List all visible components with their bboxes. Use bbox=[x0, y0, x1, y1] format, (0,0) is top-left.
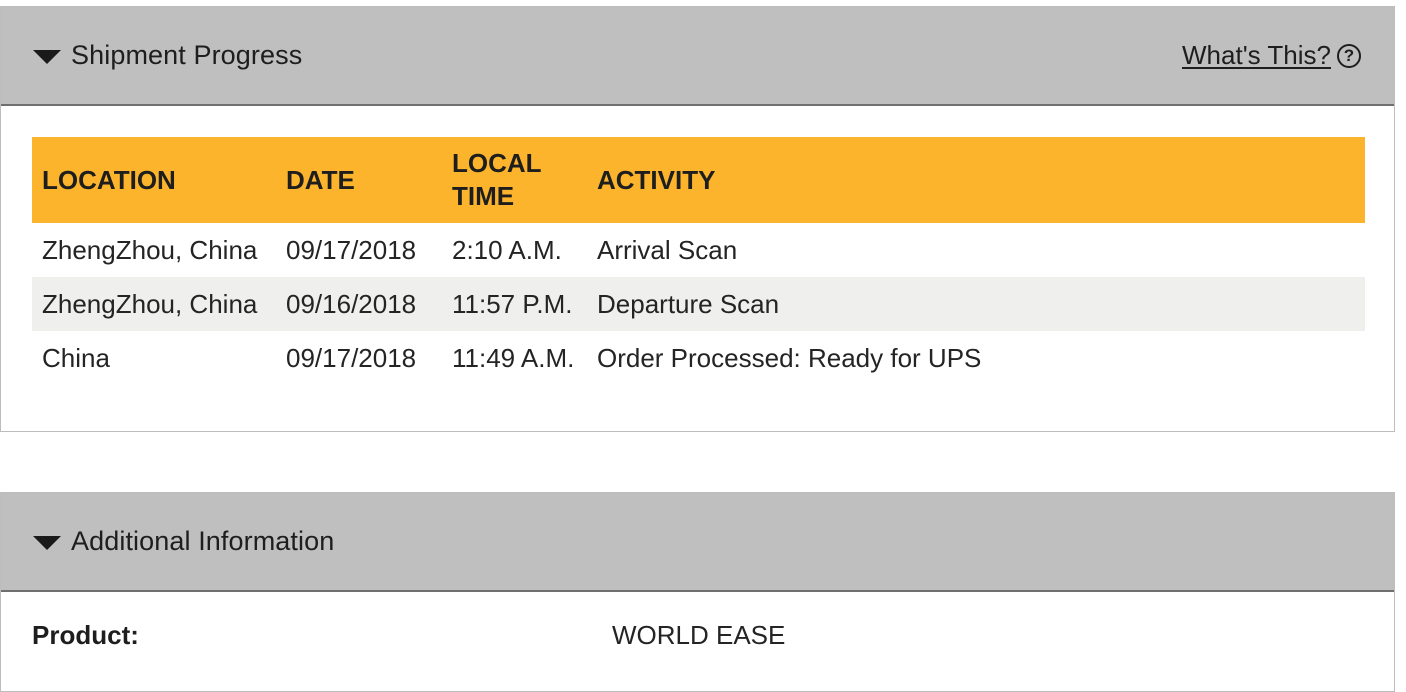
cell-date: 09/16/2018 bbox=[276, 277, 442, 331]
caret-down-icon bbox=[33, 535, 61, 550]
product-label: Product: bbox=[32, 620, 139, 650]
panel-title: Shipment Progress bbox=[71, 40, 303, 70]
panel-title: Additional Information bbox=[71, 526, 335, 556]
cell-date: 09/17/2018 bbox=[286, 342, 417, 373]
cell-date: 09/17/2018 bbox=[286, 234, 417, 265]
cell-activity: Departure Scan bbox=[587, 277, 1365, 331]
caret-down-icon bbox=[33, 49, 61, 64]
cell-time: 11:57 P.M. bbox=[442, 277, 587, 331]
column-header-date: DATE bbox=[276, 137, 442, 223]
column-header-location: LOCATION bbox=[32, 137, 276, 223]
cell-time: 2:10 A.M. bbox=[452, 234, 562, 265]
table-row: ZhengZhou, China 09/16/2018 11:57 P.M. D… bbox=[32, 277, 1365, 331]
question-circle-icon: ? bbox=[1337, 43, 1361, 68]
product-value: WORLD EASE bbox=[612, 620, 786, 650]
whats-this-label: What's This? bbox=[1182, 40, 1331, 70]
cell-time: 11:49 A.M. bbox=[452, 342, 575, 373]
whats-this-link[interactable]: What's This? ? bbox=[1182, 40, 1361, 71]
cell-location: ZhengZhou, China bbox=[42, 234, 258, 265]
shipment-progress-header: Shipment Progress What's This? ? bbox=[1, 7, 1394, 106]
cell-activity: Order Processed: Ready for UPS bbox=[597, 342, 982, 373]
shipment-progress-panel: Shipment Progress What's This? ? LOCATIO… bbox=[0, 6, 1395, 432]
shipment-progress-toggle[interactable]: Shipment Progress bbox=[33, 40, 302, 71]
column-header-activity: ACTIVITY bbox=[587, 137, 1365, 223]
cell-location: China bbox=[42, 342, 110, 373]
table-row: ZhengZhou, China 09/17/2018 2:10 A.M. Ar… bbox=[32, 223, 1365, 277]
cell-activity: Arrival Scan bbox=[597, 234, 738, 265]
additional-information-toggle[interactable]: Additional Information bbox=[33, 526, 334, 557]
additional-information-header: Additional Information bbox=[1, 493, 1394, 592]
table-row: China 09/17/2018 11:49 A.M. Order Proces… bbox=[32, 331, 1365, 385]
additional-information-panel: Additional Information bbox=[0, 492, 1395, 692]
product-row: Product: WORLD EASE bbox=[32, 620, 785, 651]
cell-location: ZhengZhou, China bbox=[32, 277, 276, 331]
table-header-row: LOCATION DATE LOCAL TIME ACTIVITY bbox=[32, 137, 1365, 223]
shipment-progress-table: LOCATION DATE LOCAL TIME ACTIVITY ZhengZ… bbox=[32, 137, 1365, 385]
column-header-local-time: LOCAL TIME bbox=[442, 137, 587, 223]
